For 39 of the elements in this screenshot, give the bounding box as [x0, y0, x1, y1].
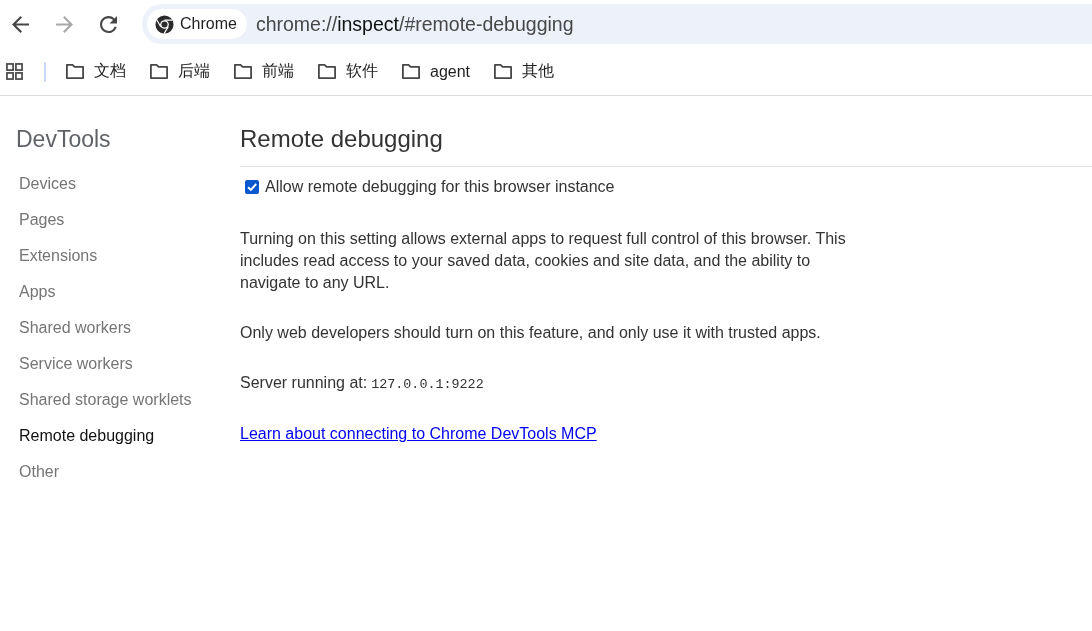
server-status-label: Server running at:	[240, 373, 368, 393]
sidebar-title: DevTools	[16, 126, 111, 152]
folder-icon	[149, 63, 169, 80]
site-chip[interactable]: Chrome	[147, 9, 247, 39]
sidebar-item[interactable]: Devices	[19, 166, 76, 202]
bookmark-folder[interactable]: 文档	[57, 57, 134, 86]
forward-arrow-icon	[55, 15, 73, 33]
server-address: 127.0.0.1:9222	[371, 376, 484, 394]
description-text: Only web developers should turn on this feature, and only use it with trusted apps.	[240, 323, 822, 343]
folder-icon	[317, 63, 337, 80]
learn-more-link[interactable]: Learn about connecting to Chrome DevTools MCP	[240, 425, 597, 442]
sidebar-item[interactable]: Remote debugging	[19, 418, 155, 454]
folder-icon	[401, 63, 421, 80]
back-arrow-icon	[11, 15, 29, 33]
description-text: Turning on this setting allows external apps to request full control of this browser. This includes read access to your saved data, cookies and site data, and the ability to navigate to any URL.	[240, 229, 847, 293]
bookmark-folder[interactable]: 其他	[485, 57, 563, 86]
folder-icon	[493, 63, 514, 80]
section-heading: Remote debugging	[240, 126, 443, 152]
sidebar-item[interactable]: Shared storage worklets	[19, 382, 192, 418]
sidebar-item[interactable]: Extensions	[19, 238, 98, 274]
site-chip-label: Chrome	[180, 15, 237, 33]
reload-icon	[99, 15, 117, 33]
sidebar-item[interactable]: Apps	[19, 274, 56, 310]
bookmark-folder[interactable]: 前端	[225, 57, 302, 86]
folder-icon	[233, 63, 253, 80]
browser-logo-icon	[155, 14, 174, 34]
checkbox[interactable]	[245, 180, 259, 194]
address-text[interactable]: chrome://inspect/#remote-debugging	[255, 12, 574, 36]
bookmark-folder[interactable]: 软件	[309, 57, 386, 86]
sidebar-item[interactable]: Service workers	[19, 346, 133, 382]
sidebar-item[interactable]: Pages	[19, 202, 65, 238]
sidebar-item[interactable]: Shared workers	[19, 310, 132, 346]
checkbox-label: Allow remote debugging for this browser instance	[265, 178, 615, 196]
sidebar-item[interactable]: Other	[19, 454, 59, 490]
folder-icon	[65, 63, 85, 80]
bookmark-folder[interactable]: 后端	[141, 57, 218, 86]
apps-grid-icon[interactable]	[6, 63, 23, 80]
address-bar[interactable]: Chrome chrome://inspect/#remote-debugging	[142, 4, 1092, 44]
bookmark-folder[interactable]: agent	[393, 58, 479, 85]
